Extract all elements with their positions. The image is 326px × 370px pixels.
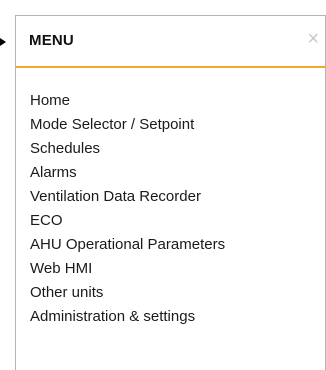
menu-item-eco[interactable]: ECO — [16, 209, 325, 233]
menu-item-administration-settings[interactable]: Administration & settings — [16, 305, 325, 329]
close-icon[interactable]: × — [307, 29, 319, 49]
menu-item-web-hmi[interactable]: Web HMI — [16, 257, 325, 281]
menu-item-home[interactable]: Home — [16, 89, 325, 113]
menu-item-alarms[interactable]: Alarms — [16, 161, 325, 185]
menu-item-mode-selector-setpoint[interactable]: Mode Selector / Setpoint — [16, 113, 325, 137]
menu-title: MENU — [29, 32, 74, 49]
menu-panel: MENU × Home Mode Selector / Setpoint Sch… — [15, 15, 326, 370]
pointer-arrow-icon — [0, 38, 6, 46]
menu-item-ventilation-data-recorder[interactable]: Ventilation Data Recorder — [16, 185, 325, 209]
menu-list: Home Mode Selector / Setpoint Schedules … — [16, 68, 325, 329]
menu-screen: MENU × Home Mode Selector / Setpoint Sch… — [0, 0, 326, 370]
menu-item-schedules[interactable]: Schedules — [16, 137, 325, 161]
menu-header: MENU × — [16, 16, 325, 68]
menu-item-ahu-operational-parameters[interactable]: AHU Operational Parameters — [16, 233, 325, 257]
menu-item-other-units[interactable]: Other units — [16, 281, 325, 305]
